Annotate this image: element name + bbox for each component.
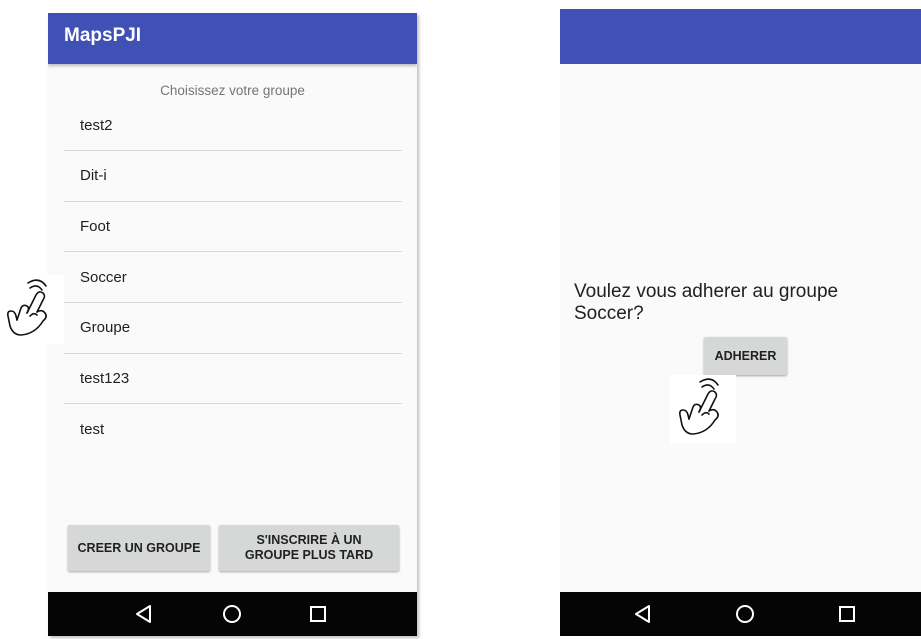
system-nav-bar	[560, 592, 921, 636]
group-item-foot[interactable]: Foot	[64, 202, 402, 253]
recents-icon[interactable]	[834, 601, 860, 627]
tap-gesture-icon	[0, 275, 64, 344]
join-group-button[interactable]: ADHERER	[704, 337, 787, 375]
join-prompt-line1: Voulez vous adherer au groupe	[574, 281, 839, 302]
join-prompt: Voulez vous adherer au groupe Soccer?	[574, 281, 914, 325]
create-group-button[interactable]: CREER UN GROUPE	[68, 525, 210, 571]
join-later-label-line1: S'INSCRIRE À UN	[256, 533, 362, 547]
recents-icon[interactable]	[305, 601, 331, 627]
system-nav-bar	[48, 592, 417, 636]
app-bar-empty	[560, 9, 921, 64]
group-list-subtitle: Choisissez votre groupe	[160, 83, 305, 98]
back-icon[interactable]	[131, 601, 157, 627]
group-item-test[interactable]: test	[64, 404, 402, 455]
group-selection-screen: MapsPJI Choisissez votre groupe test2 Di…	[48, 13, 417, 636]
group-item-dit-i[interactable]: Dit-i	[64, 151, 402, 202]
group-item-groupe[interactable]: Groupe	[64, 303, 402, 354]
home-icon[interactable]	[732, 601, 758, 627]
app-title: MapsPJI	[64, 25, 142, 46]
group-item-test2[interactable]: test2	[64, 112, 402, 151]
back-icon[interactable]	[630, 601, 656, 627]
join-prompt-line2: Soccer?	[574, 303, 644, 324]
join-later-label-line2: GROUPE PLUS TARD	[244, 548, 374, 562]
group-list: test2 Dit-i Foot Soccer Groupe test123 t…	[64, 112, 402, 455]
home-icon[interactable]	[219, 601, 245, 627]
tap-gesture-icon	[670, 375, 736, 443]
join-group-screen: Voulez vous adherer au groupe Soccer? AD…	[560, 9, 921, 636]
group-item-test123[interactable]: test123	[64, 354, 402, 405]
app-bar: MapsPJI	[48, 13, 417, 64]
join-later-button[interactable]: S'INSCRIRE À UN GROUPE PLUS TARD	[219, 525, 399, 571]
group-item-soccer[interactable]: Soccer	[64, 252, 402, 304]
